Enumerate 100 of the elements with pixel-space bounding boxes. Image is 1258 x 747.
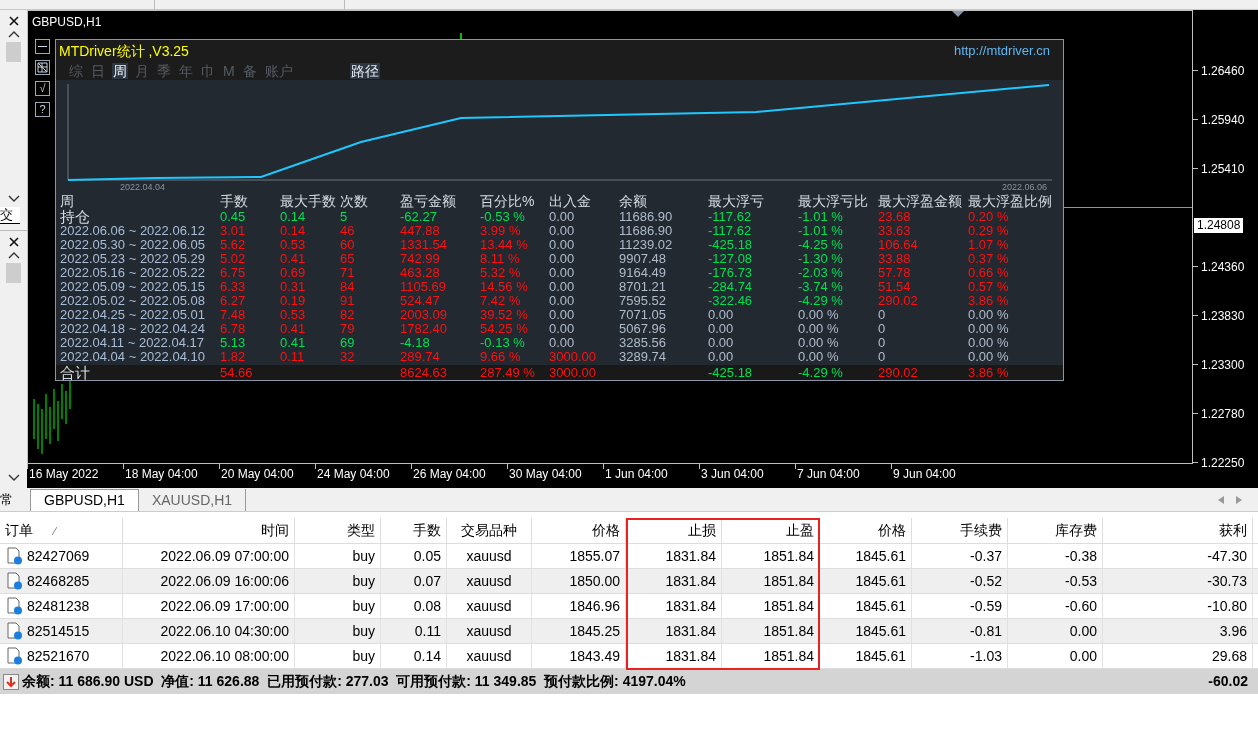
panel-side-button[interactable]: √ [35,81,50,96]
time-label: 24 May 04:00 [316,467,390,481]
stats-cell-text: -4.25 % [798,238,844,252]
stats-cell-text: 7071.05 [619,308,667,322]
column-header[interactable]: 价格 [820,518,912,543]
panel-tab[interactable]: 常 [0,489,27,510]
table-cell: 1831.84 [626,569,722,593]
stats-cell-text: 0.20 % [968,210,1010,224]
stats-cell-text: 5.13 [220,336,247,350]
stats-cell-text: -425.18 [708,365,754,380]
price-label: 1.26460 [1200,62,1245,80]
stats-cell-text: 0.41 [280,252,307,266]
column-header[interactable]: 手续费 [912,518,1008,543]
stats-cell-text: 11239.02 [619,238,674,252]
panel-title: MTDriver统计 ,V3.25 [59,41,189,61]
panel-side-button[interactable]: ? [35,102,50,117]
stats-cell-text: 0.00 [549,238,576,252]
column-header[interactable]: 库存费 [1008,518,1103,543]
table-cell: 2022.06.09 07:00:00 [123,544,295,568]
stats-cell-text: 3.86 % [968,365,1010,380]
period-label: 2022.05.30 ~ 2022.06.05 [60,238,206,252]
chevron-down-icon[interactable] [7,195,20,203]
stats-cell-text: 0.00 [708,336,735,350]
stats-cell-text: 0.00 [549,266,576,280]
column-header[interactable]: 类型 [295,518,381,543]
stats-cell-text: 32 [340,350,356,364]
sort-icon [52,526,57,535]
stats-cell-text: 0 [878,336,887,350]
period-tab[interactable]: 周 [112,63,128,79]
path-button[interactable]: 路径 [349,63,380,79]
stats-cell-text: 54.25 % [480,322,529,336]
down-arrow-icon[interactable] [3,673,19,690]
stats-cell-text: 0.00 [708,350,735,364]
stats-cell-text: 14.56 % [480,280,529,294]
stats-cell-text: 69 [340,336,356,350]
stats-cell-text: 8701.21 [619,280,667,294]
stats-cell-text: 0.41 [280,336,307,350]
scroll-thumb[interactable] [6,263,21,283]
stats-cell-text: 7.48 [220,308,247,322]
time-label: 9 Jun 04:00 [892,467,956,481]
period-label: 2022.04.18 ~ 2022.04.24 [60,322,206,336]
stats-cell-text: 0.00 [549,336,576,350]
column-header[interactable]: 订单 [0,518,123,543]
table-cell: xauusd [447,594,532,618]
column-header[interactable]: 手数 [381,518,447,543]
stats-column-header: 盈亏金额 [400,193,457,210]
close-icon[interactable] [8,16,19,26]
time-label: 30 May 04:00 [508,467,582,481]
stats-cell-text: 0.53 [280,238,307,252]
stats-cell-text: -2.03 % [798,266,844,280]
minimize-button[interactable] [35,39,50,54]
stats-cell-text: 6.33 [220,280,247,294]
chart-tab[interactable]: GBPUSD,H1 [30,489,139,511]
time-label: 3 Jun 04:00 [700,467,764,481]
period-label: 2022.04.11 ~ 2022.04.17 [60,336,205,350]
stats-cell-text: 5.32 % [480,266,522,280]
price-label: 1.24360 [1200,258,1245,276]
column-header[interactable]: 交易品种 [447,518,532,543]
scroll-thumb[interactable] [6,42,21,62]
stats-column-header: 周 [60,193,75,210]
stats-cell-text: 91 [340,294,356,308]
order-icon [5,572,23,590]
table-cell: 2022.06.10 08:00:00 [123,644,295,668]
column-header[interactable]: 时间 [123,518,295,543]
grid-button[interactable] [35,60,50,75]
column-header[interactable]: 价格 [532,518,626,543]
time-label: 18 May 04:00 [124,467,198,481]
stats-cell-text: 0.66 % [968,266,1010,280]
table-cell: 1831.84 [626,619,722,643]
order-icon [5,547,23,565]
stats-cell-text: 79 [340,322,356,336]
url-link[interactable]: http://mtdriver.cn [953,41,1050,61]
stats-cell-text: 39.52 % [480,308,529,322]
column-header[interactable]: 止盈 [722,518,820,543]
stats-cell-text: -4.18 [400,336,431,350]
panel-tab[interactable]: 交 [0,207,20,224]
table-cell: 1845.61 [820,644,912,668]
period-label: 2022.05.02 ~ 2022.05.08 [60,294,206,308]
table-cell: 1831.84 [626,594,722,618]
stats-cell-text: 447.88 [400,224,441,238]
chevron-down-icon[interactable] [7,474,20,482]
chart-tab[interactable]: XAUUSD,H1 [138,489,247,511]
stats-cell-text: -0.53 % [480,210,526,224]
chevron-up-icon[interactable] [7,30,20,38]
column-header[interactable]: 止损 [626,518,722,543]
close-icon[interactable] [8,237,19,247]
stats-cell-text: 60 [340,238,356,252]
stats-cell-text: 3285.56 [619,336,667,350]
table-cell: -0.53 [1008,569,1103,593]
stats-cell-text: 287.49 % [480,365,536,380]
stats-column-header: 最大浮亏 [708,193,765,210]
stats-cell-text: -425.18 [708,238,754,252]
stats-cell-text: -322.46 [708,294,754,308]
total-profit: -60.02 [1208,672,1248,691]
stats-column-header: 最大浮盈金额 [878,193,963,210]
account-summary: 余额: 11 686.90 USD 净值: 11 626.88 已用预付款: 277.03 可用预付款: 11 349.85 预付款比例: 4197.04% [22,672,686,691]
column-header[interactable]: 获利 [1103,518,1253,543]
chevron-up-icon[interactable] [7,251,20,259]
stats-cell-text: 0.00 [549,252,576,266]
table-cell: xauusd [447,569,532,593]
